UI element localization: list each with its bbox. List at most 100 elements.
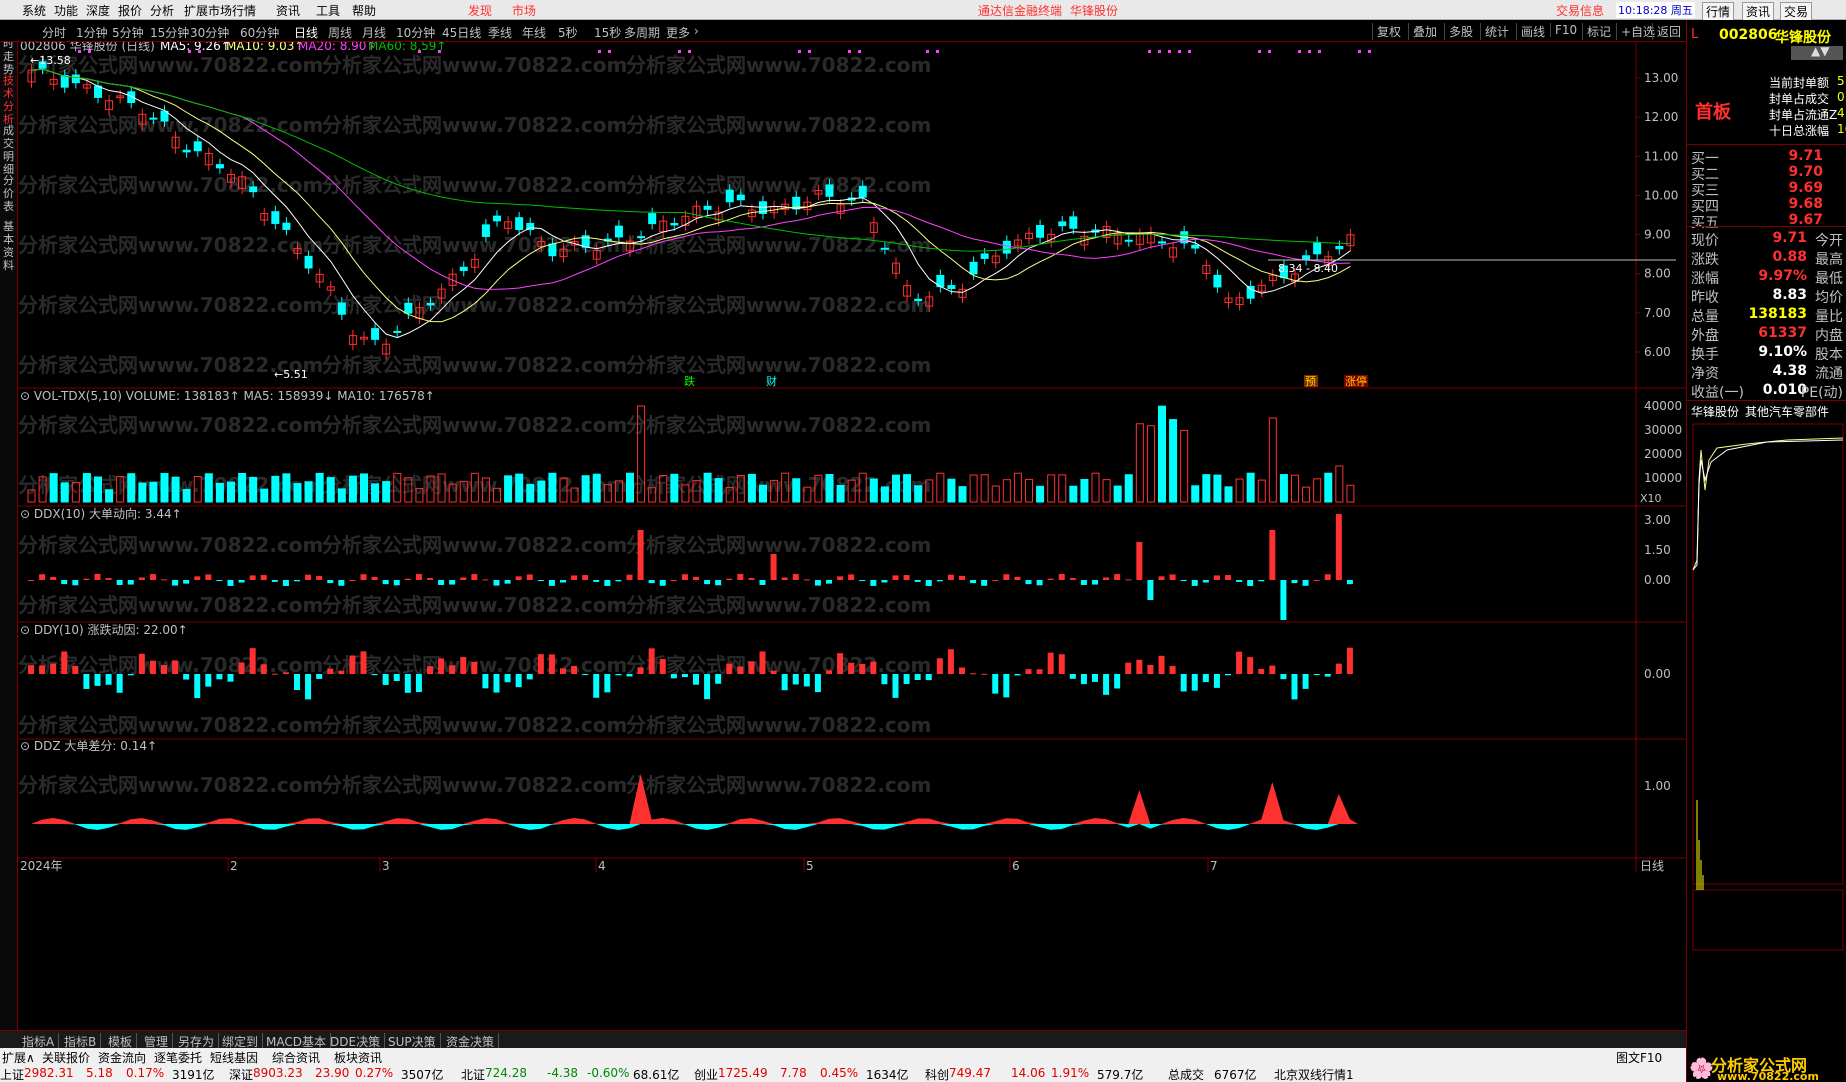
info-tab[interactable]: 关联报价 xyxy=(42,1049,90,1066)
more-chevron-icon[interactable]: › xyxy=(694,24,699,38)
event-dot[interactable] xyxy=(798,50,801,53)
trade-tab[interactable]: 交易 xyxy=(1780,2,1813,21)
mark-yu[interactable]: 预 xyxy=(1305,375,1316,388)
menu-item[interactable]: 帮助 xyxy=(352,2,376,19)
menu-item[interactable]: 扩展市场行情 xyxy=(184,2,256,19)
period-tab[interactable]: 年线 xyxy=(522,24,546,41)
info-tab[interactable]: 逐笔委托 xyxy=(154,1049,202,1066)
period-tab[interactable]: 1分钟 xyxy=(76,24,108,41)
event-dot[interactable] xyxy=(1268,50,1271,53)
trade-tab[interactable]: 行情 xyxy=(1702,2,1735,21)
tool-button[interactable]: 叠加 xyxy=(1408,23,1437,40)
side-tab[interactable]: 技术分析 xyxy=(1,74,16,126)
event-dot[interactable] xyxy=(936,50,939,53)
period-tab[interactable]: 15分钟 xyxy=(150,24,189,41)
event-dot[interactable] xyxy=(1178,50,1181,53)
sector-stock[interactable]: 华锋股份 xyxy=(1691,403,1739,420)
tool-button[interactable]: +自选 xyxy=(1616,23,1655,40)
event-dot[interactable] xyxy=(418,50,421,53)
menu-item[interactable]: 资讯 xyxy=(276,2,300,19)
menu-item[interactable]: 分析 xyxy=(150,2,174,19)
period-tab[interactable]: 分时 xyxy=(42,24,66,41)
period-tab[interactable]: 多周期 xyxy=(624,24,660,41)
event-dot[interactable] xyxy=(188,50,191,53)
period-tab[interactable]: 日线 xyxy=(294,24,318,41)
chart-area[interactable]: 分析家公式网www.70822.com分析家公式网www.70822.com分析… xyxy=(18,42,1686,1010)
event-dot[interactable] xyxy=(1168,50,1171,53)
menu-market[interactable]: 市场 xyxy=(512,2,536,19)
menu-discover[interactable]: 发现 xyxy=(468,2,492,19)
event-dot[interactable] xyxy=(858,50,861,53)
event-dot[interactable] xyxy=(926,50,929,53)
event-dot[interactable] xyxy=(608,50,611,53)
tool-button[interactable]: F10 xyxy=(1550,23,1577,37)
index-name[interactable]: 上证 xyxy=(0,1066,24,1082)
menu-item[interactable]: 深度 xyxy=(86,2,110,19)
tool-button[interactable]: 返回 xyxy=(1652,23,1681,40)
tool-button[interactable]: 画线 xyxy=(1516,23,1545,40)
info-tab[interactable]: 资金流向 xyxy=(98,1049,146,1066)
event-dot[interactable] xyxy=(678,50,681,53)
tool-button[interactable]: 复权 xyxy=(1372,23,1401,40)
promo-text[interactable]: 通达信金融终端 xyxy=(978,2,1062,19)
ddx-bar xyxy=(1225,575,1231,580)
tool-button[interactable]: 多股 xyxy=(1444,23,1473,40)
event-dot[interactable] xyxy=(808,50,811,53)
event-dot[interactable] xyxy=(1308,50,1311,53)
event-dot[interactable] xyxy=(1368,50,1371,53)
period-tab[interactable]: 月线 xyxy=(362,24,386,41)
event-dot[interactable] xyxy=(438,50,441,53)
event-dot[interactable] xyxy=(198,50,201,53)
event-dot[interactable] xyxy=(78,50,81,53)
period-tab[interactable]: 季线 xyxy=(488,24,512,41)
event-dot[interactable] xyxy=(848,50,851,53)
info-tab[interactable]: 短线基因 xyxy=(210,1049,258,1066)
event-dot[interactable] xyxy=(1258,50,1261,53)
menu-item[interactable]: 工具 xyxy=(316,2,340,19)
event-dot[interactable] xyxy=(88,50,91,53)
mark-zt[interactable]: 涨停 xyxy=(1345,374,1367,388)
mini-intraday-chart[interactable] xyxy=(1687,420,1846,1060)
side-tab[interactable]: 基本资料 xyxy=(1,220,16,272)
sector-name[interactable]: 其他汽车零部件 xyxy=(1745,403,1829,420)
f10-link[interactable]: 图文F10 xyxy=(1616,1049,1662,1066)
bid-row[interactable]: 买五 9.67 xyxy=(1687,212,1846,231)
trade-tab[interactable]: 资讯 xyxy=(1742,2,1775,21)
index-name[interactable]: 科创 xyxy=(925,1066,949,1082)
event-dot[interactable] xyxy=(1358,50,1361,53)
index-name[interactable]: 深证 xyxy=(229,1066,253,1082)
menu-item[interactable]: 报价 xyxy=(118,2,142,19)
index-name[interactable]: 创业 xyxy=(694,1066,718,1082)
event-dot[interactable] xyxy=(1188,50,1191,53)
period-tab[interactable]: 45日线 xyxy=(442,24,481,41)
mark-die[interactable]: 跌 xyxy=(684,374,695,388)
menu-item[interactable]: 系统 xyxy=(22,2,46,19)
period-tab[interactable]: 30分钟 xyxy=(190,24,229,41)
period-tab[interactable]: 5秒 xyxy=(558,24,578,41)
event-dot[interactable] xyxy=(688,50,691,53)
trade-info-button[interactable]: 交易信息 xyxy=(1556,2,1604,19)
info-tab[interactable]: 扩展∧ xyxy=(2,1049,35,1066)
period-tab[interactable]: 5分钟 xyxy=(112,24,144,41)
event-dot[interactable] xyxy=(1158,50,1161,53)
side-tab[interactable]: 分价表 xyxy=(1,174,16,213)
tool-button[interactable]: 标记 xyxy=(1582,23,1611,40)
event-dot[interactable] xyxy=(1318,50,1321,53)
event-dot[interactable] xyxy=(1148,50,1151,53)
period-tab[interactable]: 15秒 xyxy=(594,24,621,41)
period-tab[interactable]: 10分钟 xyxy=(396,24,435,41)
menu-item[interactable]: 功能 xyxy=(54,2,78,19)
side-tab[interactable]: 成交明细 xyxy=(1,124,16,176)
mark-cai[interactable]: 财 xyxy=(766,374,777,388)
event-dot[interactable] xyxy=(598,50,601,53)
period-tab[interactable]: 更多 xyxy=(666,24,690,41)
index-name[interactable]: 北证 xyxy=(461,1066,485,1082)
event-dot[interactable] xyxy=(1298,50,1301,53)
info-tab[interactable]: 综合资讯 xyxy=(272,1049,320,1066)
period-tab[interactable]: 周线 xyxy=(328,24,352,41)
info-tab[interactable]: 板块资讯 xyxy=(334,1049,382,1066)
tool-button[interactable]: 统计 xyxy=(1480,23,1509,40)
panel-switch[interactable]: ▲▼ xyxy=(1791,44,1843,60)
promo-stock[interactable]: 华锋股份 xyxy=(1070,2,1118,19)
period-tab[interactable]: 60分钟 xyxy=(240,24,279,41)
